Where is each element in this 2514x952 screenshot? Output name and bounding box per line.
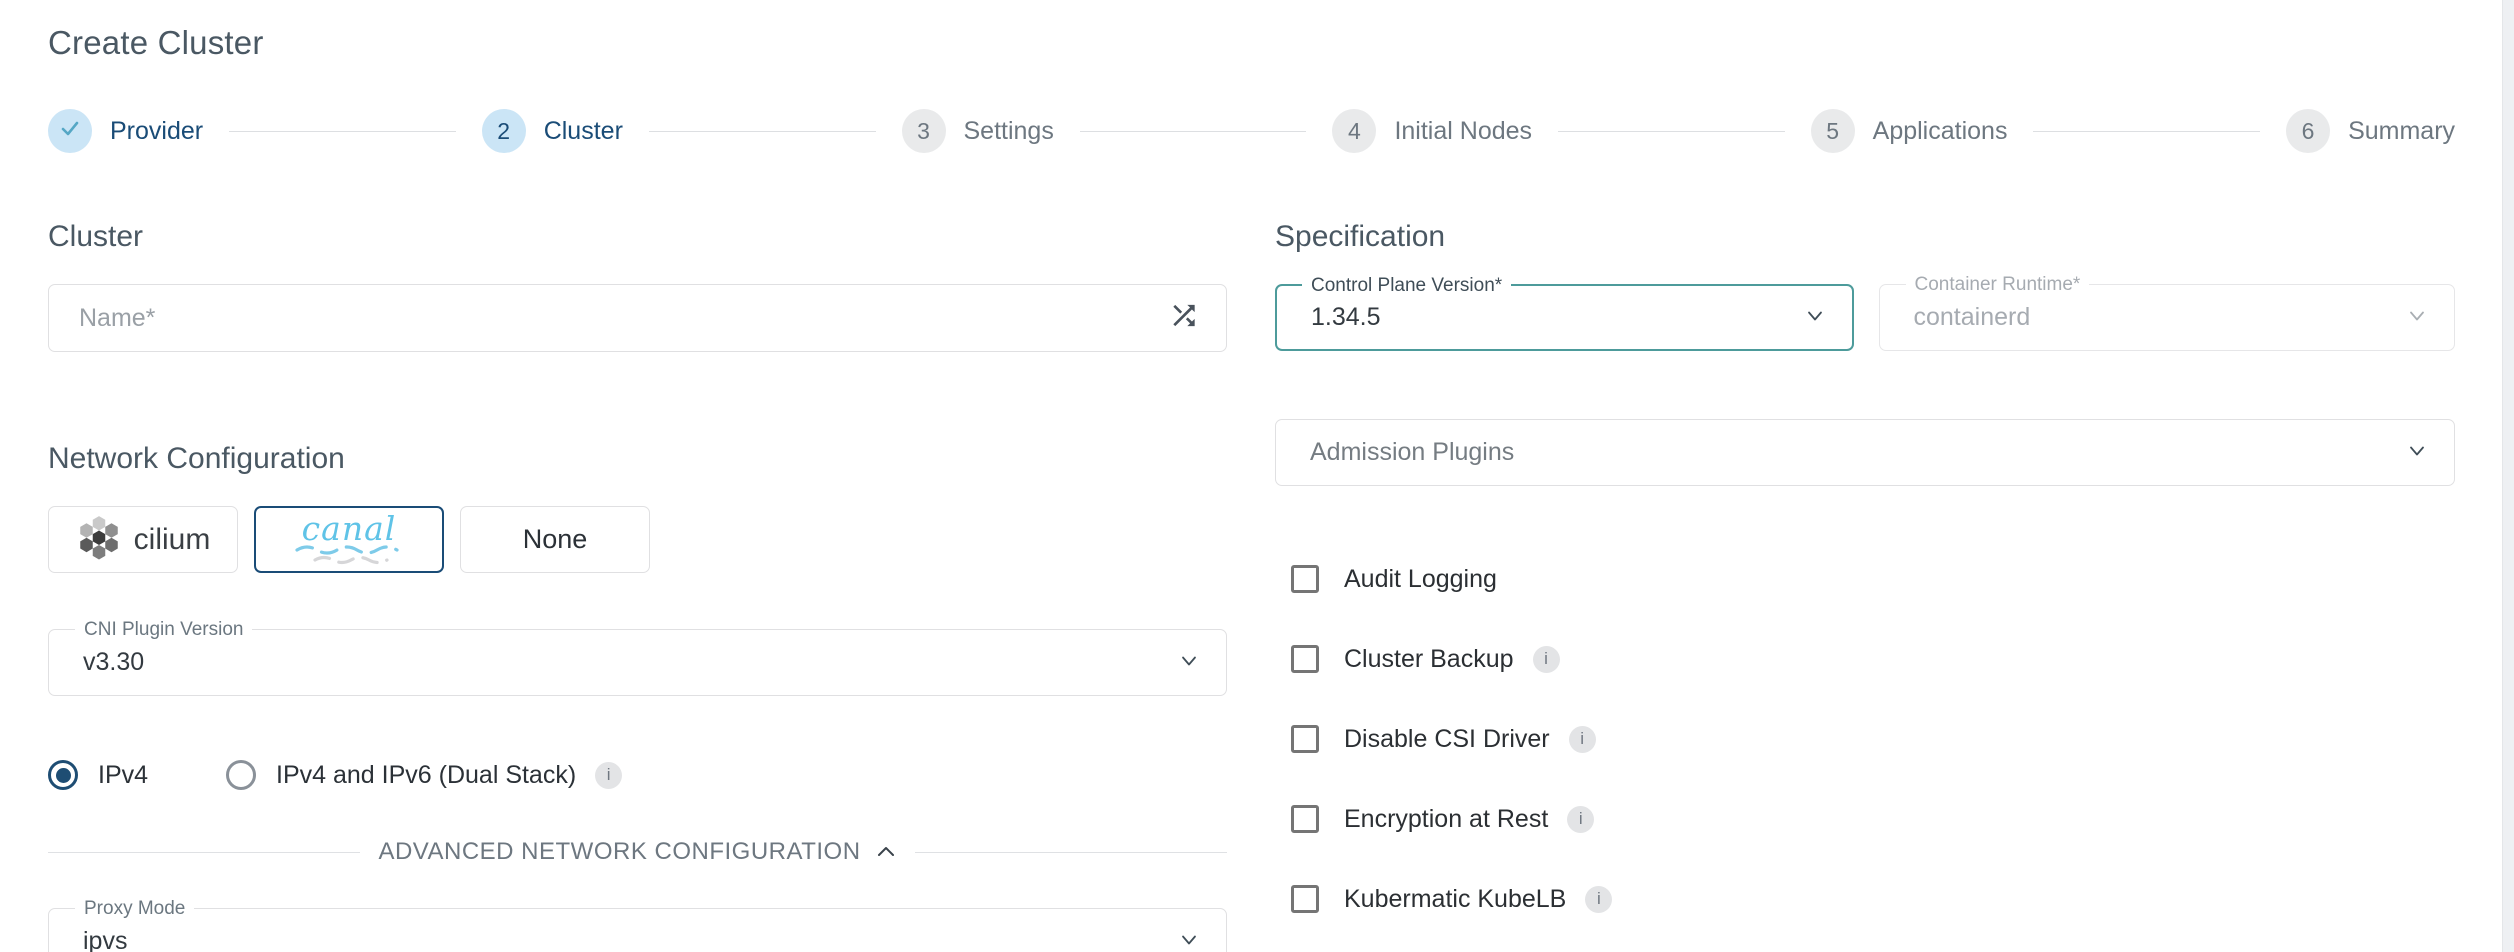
step-initial-nodes[interactable]: 4 Initial Nodes <box>1332 109 1532 153</box>
cni-option-canal[interactable]: canal <box>254 506 444 573</box>
kubermatic-kubelb-info-icon[interactable]: i <box>1585 886 1612 913</box>
wizard-stepper: Provider 2 Cluster 3 Settings 4 Initial … <box>48 108 2455 154</box>
checkbox-encryption-at-rest[interactable]: Encryption at Rest i <box>1291 804 2455 834</box>
check-icon <box>58 116 82 146</box>
cilium-logo-icon <box>76 512 122 567</box>
cni-plugin-version-select[interactable]: CNI Plugin Version v3.30 <box>48 629 1227 696</box>
checkbox-unchecked-icon <box>1291 805 1319 833</box>
radio-selected-icon <box>48 760 78 790</box>
step-settings-circle: 3 <box>902 109 946 153</box>
create-cluster-page: Create Cluster Provider 2 Cluster 3 Sett… <box>0 0 2502 952</box>
chevron-up-icon <box>875 843 897 861</box>
step-cluster[interactable]: 2 Cluster <box>482 109 623 153</box>
step-label: Provider <box>110 117 203 146</box>
cluster-backup-info-icon[interactable]: i <box>1533 646 1560 673</box>
step-label: Cluster <box>544 117 623 146</box>
checkbox-audit-logging[interactable]: Audit Logging <box>1291 564 2455 594</box>
checkbox-unchecked-icon <box>1291 885 1319 913</box>
step-settings[interactable]: 3 Settings <box>902 109 1054 153</box>
step-label: Summary <box>2348 117 2455 146</box>
admission-plugins-placeholder: Admission Plugins <box>1276 438 1514 467</box>
cni-plugin-version-value: v3.30 <box>49 648 144 677</box>
step-connector <box>1558 131 1785 132</box>
step-cluster-circle: 2 <box>482 109 526 153</box>
step-provider[interactable]: Provider <box>48 109 203 153</box>
step-connector <box>649 131 876 132</box>
advanced-network-configuration-toggle[interactable]: ADVANCED NETWORK CONFIGURATION <box>48 838 1227 866</box>
checkbox-unchecked-icon <box>1291 565 1319 593</box>
radio-label: IPv4 and IPv6 (Dual Stack) <box>276 761 576 790</box>
checkbox-cluster-backup[interactable]: Cluster Backup i <box>1291 644 2455 674</box>
specification-heading: Specification <box>1275 220 2455 254</box>
cni-option-label: None <box>523 524 588 555</box>
network-configuration-heading: Network Configuration <box>48 442 1227 476</box>
step-label: Initial Nodes <box>1394 117 1532 146</box>
step-connector <box>229 131 456 132</box>
step-applications[interactable]: 5 Applications <box>1811 109 2008 153</box>
cni-option-label: cilium <box>134 523 211 557</box>
step-summary-circle: 6 <box>2286 109 2330 153</box>
cluster-heading: Cluster <box>48 220 1227 254</box>
container-runtime-label: Container Runtime* <box>1906 274 2090 296</box>
step-provider-circle <box>48 109 92 153</box>
checkbox-label: Audit Logging <box>1344 565 1497 594</box>
cni-option-label: canal <box>302 512 397 545</box>
cluster-name-placeholder: Name* <box>49 304 155 333</box>
advanced-toggle-label: ADVANCED NETWORK CONFIGURATION <box>378 838 860 866</box>
container-runtime-select: Container Runtime* containerd <box>1879 284 2456 351</box>
chevron-down-icon <box>2404 302 2430 333</box>
control-plane-version-label: Control Plane Version* <box>1302 275 1511 297</box>
cni-plugin-options: cilium canal None <box>48 506 1227 573</box>
vertical-scrollbar[interactable] <box>2502 0 2514 952</box>
disable-csi-driver-info-icon[interactable]: i <box>1569 726 1596 753</box>
page-title: Create Cluster <box>48 24 2455 62</box>
step-label: Applications <box>1873 117 2008 146</box>
encryption-at-rest-info-icon[interactable]: i <box>1567 806 1594 833</box>
control-plane-version-value: 1.34.5 <box>1277 303 1381 332</box>
proxy-mode-value: ipvs <box>49 927 127 952</box>
container-runtime-value: containerd <box>1880 303 2031 332</box>
radio-label: IPv4 <box>98 761 148 790</box>
divider <box>915 852 1227 853</box>
ip-family-radio-group: IPv4 IPv4 and IPv6 (Dual Stack) i <box>48 760 1227 790</box>
checkbox-unchecked-icon <box>1291 725 1319 753</box>
step-initial-nodes-circle: 4 <box>1332 109 1376 153</box>
radio-ipv4[interactable]: IPv4 <box>48 760 148 790</box>
checkbox-label: Disable CSI Driver <box>1344 725 1550 754</box>
chevron-down-icon <box>1176 647 1202 678</box>
proxy-mode-label: Proxy Mode <box>75 898 194 920</box>
checkbox-disable-csi-driver[interactable]: Disable CSI Driver i <box>1291 724 2455 754</box>
step-summary[interactable]: 6 Summary <box>2286 109 2455 153</box>
proxy-mode-select[interactable]: Proxy Mode ipvs <box>48 908 1227 952</box>
step-label: Settings <box>964 117 1054 146</box>
step-connector <box>1080 131 1307 132</box>
cluster-feature-checkboxes: Audit Logging Cluster Backup i Disable C… <box>1291 564 2455 914</box>
divider <box>48 852 360 853</box>
step-connector <box>2033 131 2260 132</box>
radio-unselected-icon <box>226 760 256 790</box>
chevron-down-icon <box>2404 437 2430 468</box>
checkbox-label: Cluster Backup <box>1344 645 1514 674</box>
radio-dual-stack[interactable]: IPv4 and IPv6 (Dual Stack) <box>226 760 576 790</box>
checkbox-unchecked-icon <box>1291 645 1319 673</box>
step-applications-circle: 5 <box>1811 109 1855 153</box>
dual-stack-info-icon[interactable]: i <box>595 762 622 789</box>
cni-option-none[interactable]: None <box>460 506 650 573</box>
cluster-name-input[interactable]: Name* <box>48 284 1227 352</box>
canal-logo-icon: canal <box>289 512 409 567</box>
checkbox-label: Kubermatic KubeLB <box>1344 885 1566 914</box>
shuffle-name-icon[interactable] <box>1168 300 1200 337</box>
chevron-down-icon <box>1176 926 1202 952</box>
cni-option-cilium[interactable]: cilium <box>48 506 238 573</box>
control-plane-version-select[interactable]: Control Plane Version* 1.34.5 <box>1275 284 1854 351</box>
checkbox-kubermatic-kubelb[interactable]: Kubermatic KubeLB i <box>1291 884 2455 914</box>
cni-plugin-version-label: CNI Plugin Version <box>75 619 252 641</box>
checkbox-label: Encryption at Rest <box>1344 805 1548 834</box>
admission-plugins-select[interactable]: Admission Plugins <box>1275 419 2455 486</box>
chevron-down-icon <box>1802 302 1828 333</box>
